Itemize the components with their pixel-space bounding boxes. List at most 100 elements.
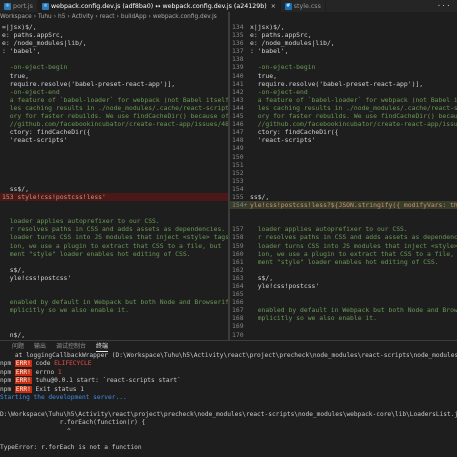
code-line[interactable]: 158 r resolves paths in CSS and adds ass… [230, 233, 457, 241]
code-line[interactable]: 166 [230, 298, 457, 306]
code-line[interactable]: 140 true, [230, 72, 457, 80]
code-line[interactable]: 145 ory for faster rebuilds. We use find… [230, 112, 457, 120]
panel-tab[interactable]: 终端 [96, 341, 109, 352]
breadcrumb-item[interactable]: webpack.config.dev.js [153, 14, 217, 20]
code-line[interactable] [0, 55, 228, 63]
code-line[interactable]: enabled by default in Webpack but both N… [0, 298, 228, 306]
code-line[interactable]: 157 loader applies autoprefixer to our C… [230, 225, 457, 233]
breadcrumb-item[interactable]: Workspace [0, 14, 32, 20]
code-line[interactable]: n$/, [0, 331, 228, 339]
code-line[interactable]: 144 les caching results in ./node_module… [230, 104, 457, 112]
code-line[interactable]: 170 [230, 331, 457, 339]
code-line[interactable]: : 'babel', [0, 47, 228, 55]
code-line[interactable]: 168 mplicitly so we also enable it. [230, 314, 457, 322]
code-line[interactable]: 134 x|jsx)$/, [230, 23, 457, 31]
code-line[interactable] [0, 161, 228, 169]
code-line[interactable]: //github.com/facebookincubator/create-re… [0, 120, 228, 128]
code-line[interactable]: 136 e: /node_modules|lib/, [230, 39, 457, 47]
code-line[interactable]: 152 [230, 169, 457, 177]
breadcrumb-item[interactable]: h5 [58, 14, 65, 20]
code-line[interactable]: loader applies autoprefixer to our CSS. [0, 217, 228, 225]
code-line[interactable]: ory for faster rebuilds. We use findCach… [0, 112, 228, 120]
code-line[interactable]: e: /node_modules|lib/, [0, 39, 228, 47]
code-line[interactable]: 151 [230, 161, 457, 169]
panel-tab[interactable]: 调试控制台 [56, 341, 86, 352]
code-line[interactable]: 138 [230, 55, 457, 63]
editor-tab[interactable]: ⚛ webpack.config.dev.js (adf8ba0) ↔ webpa… [37, 0, 281, 12]
code-line[interactable]: 141 require.resolve('babel-preset-react-… [230, 80, 457, 88]
code-line[interactable]: 160 ion, we use a plugin to extract that… [230, 250, 457, 258]
code-line[interactable] [0, 153, 228, 161]
code-line[interactable] [0, 258, 228, 266]
code-line[interactable]: 165 [230, 290, 457, 298]
code-line[interactable]: -on-eject-begin [0, 63, 228, 71]
code-line[interactable] [0, 209, 228, 217]
code-line[interactable]: 163 s$/, [230, 274, 457, 282]
code-line[interactable]: r resolves paths in CSS and adds assets … [0, 225, 228, 233]
code-line[interactable]: yle!css!postcss' [0, 274, 228, 282]
code-line[interactable]: 135 e: paths.appSrc, [230, 31, 457, 39]
code-line[interactable] [0, 144, 228, 152]
code-line[interactable]: true, [0, 72, 228, 80]
code-line[interactable] [230, 217, 457, 225]
diff-right-pane[interactable]: 134 x|jsx)$/, 135 e: paths.appSrc, 136 e: /no… [230, 23, 457, 340]
code-line[interactable]: 147 ctory: findCacheDir({ [230, 128, 457, 136]
code-line[interactable] [230, 209, 457, 217]
code-line[interactable] [0, 290, 228, 298]
code-line[interactable]: ion, we use a plugin to extract that CSS… [0, 242, 228, 250]
code-line[interactable]: 148 'react-scripts' [230, 136, 457, 144]
more-actions-icon[interactable]: ··· [431, 2, 457, 10]
code-line[interactable] [0, 314, 228, 322]
code-line[interactable]: 150 [230, 153, 457, 161]
code-line[interactable]: 154+ yle!css!postcss!less?${JSON.stringif… [230, 201, 457, 210]
code-line[interactable]: 'react-scripts' [0, 136, 228, 144]
code-line[interactable]: =|jsx)$/, [0, 23, 228, 31]
code-line[interactable] [0, 177, 228, 185]
code-line[interactable]: 161 ment "style" loader enables hot edit… [230, 258, 457, 266]
terminal-output[interactable]: at loggingCallbackWrapper (D:\Workspace\… [0, 352, 457, 453]
code-line[interactable]: ment "style" loader enables hot editing … [0, 250, 228, 258]
panel-tab[interactable]: 输出 [34, 341, 46, 352]
terminal-line: npm ERR! tuhu@0.0.1 start: `react-script… [0, 377, 457, 385]
code-line[interactable]: a feature of `babel-loader` for webpack … [0, 96, 228, 104]
code-line[interactable]: 155 ss$/, [230, 193, 457, 201]
code-line[interactable]: 154 [230, 185, 457, 193]
code-line[interactable]: -on-eject-end [0, 88, 228, 96]
editor-tab[interactable]: ⚛ port.js [0, 0, 38, 12]
code-line[interactable]: require.resolve('babel-preset-react-app'… [0, 80, 228, 88]
code-line[interactable]: 139 -on-eject-begin [230, 63, 457, 71]
code-line[interactable]: 143 a feature of `babel-loader` for webp… [230, 96, 457, 104]
breadcrumb-item[interactable]: Activity [72, 14, 94, 20]
panel-tab[interactable]: 问题 [12, 341, 24, 352]
code-line[interactable]: s$/, [0, 266, 228, 274]
code-line[interactable]: 153 style!css!postcss!less' [0, 192, 228, 202]
code-line[interactable]: loader turns CSS into JS modules that in… [0, 233, 228, 241]
code-line[interactable] [0, 169, 228, 177]
code-line[interactable] [0, 201, 228, 209]
code-line[interactable]: ctory: findCacheDir({ [0, 128, 228, 136]
code-line[interactable]: 169 [230, 322, 457, 330]
code-line[interactable]: les caching results in ./node_modules/.c… [0, 104, 228, 112]
code-line[interactable]: 142 -on-eject-end [230, 88, 457, 96]
line-number: 153 [232, 176, 244, 185]
code-line[interactable]: 153 [230, 177, 457, 185]
editor-tab[interactable]: # style.css [281, 0, 326, 12]
code-line[interactable]: 164 yle!css!postcss' [230, 282, 457, 290]
code-line[interactable]: 149 [230, 144, 457, 152]
breadcrumb-item[interactable]: Tuhu [38, 14, 52, 20]
code-line[interactable]: ss$/, [0, 185, 228, 193]
breadcrumb-item[interactable]: buildApp [121, 14, 147, 20]
code-line[interactable]: 167 enabled by default in Webpack but bo… [230, 306, 457, 314]
code-line[interactable]: 159 loader turns CSS into JS modules tha… [230, 242, 457, 250]
code-text: loader turns CSS into JS modules that in… [2, 233, 228, 242]
code-line[interactable]: 146 //github.com/facebookincubator/creat… [230, 120, 457, 128]
code-line[interactable] [0, 322, 228, 330]
close-icon[interactable]: × [271, 3, 276, 10]
breadcrumb-item[interactable]: react [100, 14, 115, 20]
diff-left-pane[interactable]: =|jsx)$/, e: paths.appSrc, e: /node_module… [0, 23, 228, 340]
code-line[interactable] [0, 282, 228, 290]
code-line[interactable]: 162 [230, 266, 457, 274]
code-line[interactable]: e: paths.appSrc, [0, 31, 228, 39]
code-line[interactable]: mplicitly so we also enable it. [0, 306, 228, 314]
code-line[interactable]: 137: 'babel', [230, 47, 457, 55]
